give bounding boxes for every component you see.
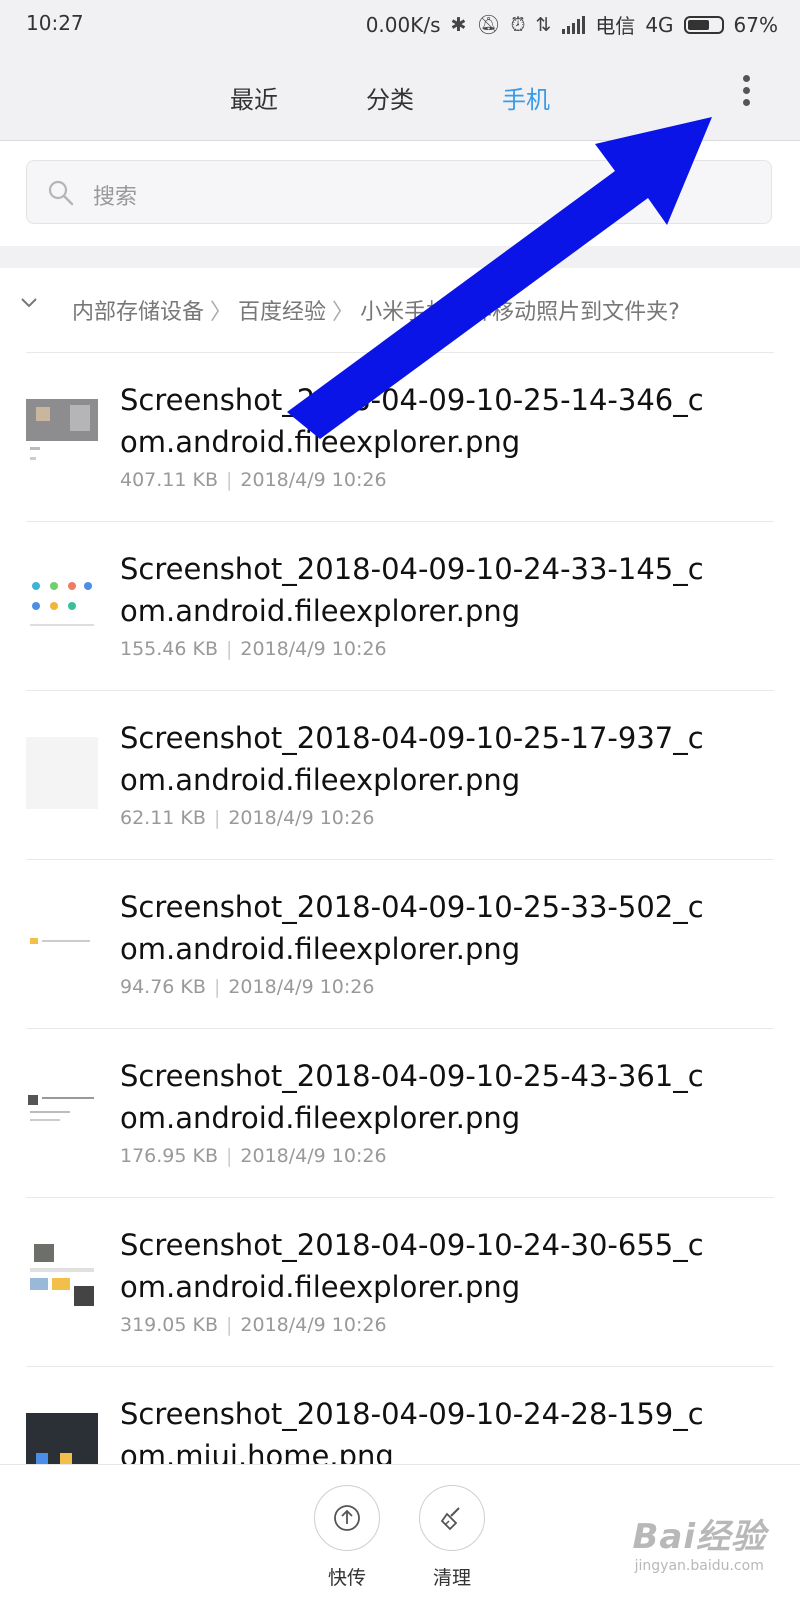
file-thumbnail (26, 1244, 98, 1316)
clean-button[interactable]: 清理 (418, 1485, 486, 1590)
file-meta: 155.46 KB | 2018/4/9 10:26 (120, 638, 387, 660)
chevron-down-icon[interactable] (20, 296, 38, 310)
file-size: 176.95 KB (120, 1145, 219, 1167)
file-size: 319.05 KB (120, 1314, 219, 1336)
file-date: 2018/4/9 10:26 (240, 469, 387, 491)
watermark-url: jingyan.baidu.com (634, 1558, 764, 1574)
more-options-icon[interactable] (740, 72, 752, 116)
list-item[interactable]: Screenshot_2018-04-09-10-25-43-361_com.a… (26, 1028, 774, 1197)
watermark: Bai经验 jingyan.baidu.com (632, 1509, 766, 1574)
file-name: Screenshot_2018-04-09-10-25-14-346_com.a… (120, 383, 704, 459)
alarm-icon: ⏰︎ (510, 13, 526, 36)
section-divider (0, 246, 800, 268)
quick-transfer-button[interactable]: 快传 (313, 1485, 381, 1590)
breadcrumb-item-storage[interactable]: 内部存储设备 (72, 300, 204, 325)
file-thumbnail (26, 737, 98, 809)
chevron-right-icon: 〉 (332, 300, 355, 325)
breadcrumb: 内部存储设备〉百度经验〉小米手机怎样移动照片到文件夹? (0, 268, 800, 352)
file-date: 2018/4/9 10:26 (228, 976, 375, 998)
signal-icon (562, 15, 586, 34)
file-meta: 319.05 KB | 2018/4/9 10:26 (120, 1314, 387, 1336)
tab-phone[interactable]: 手机 (502, 80, 550, 115)
tab-recent[interactable]: 最近 (230, 80, 278, 115)
mute-bell-icon: 🔕︎ (476, 14, 501, 36)
file-thumbnail (26, 399, 98, 471)
file-meta: 407.11 KB | 2018/4/9 10:26 (120, 469, 387, 491)
chevron-right-icon: 〉 (210, 300, 233, 325)
search-input[interactable]: 搜索 (26, 160, 772, 224)
file-name: Screenshot_2018-04-09-10-25-17-937_com.a… (120, 721, 704, 797)
clean-label: 清理 (432, 1567, 471, 1589)
file-date: 2018/4/9 10:26 (228, 807, 375, 829)
data-transfer-icon: ⇅ (535, 13, 552, 36)
breadcrumb-item-baidu[interactable]: 百度经验 (238, 300, 326, 325)
network-type: 4G (645, 12, 674, 37)
search-placeholder: 搜索 (93, 185, 138, 210)
upload-icon (334, 1505, 360, 1531)
file-name: Screenshot_2018-04-09-10-25-43-361_com.a… (120, 1059, 704, 1135)
file-meta: 62.11 KB | 2018/4/9 10:26 (120, 807, 375, 829)
network-speed: 0.00K/s (365, 12, 441, 37)
bluetooth-icon: ✱ (450, 13, 467, 36)
file-date: 2018/4/9 10:26 (240, 1314, 387, 1336)
battery-fill (687, 19, 709, 30)
list-item[interactable]: Screenshot_2018-04-09-10-25-14-346_com.a… (26, 352, 774, 521)
file-date: 2018/4/9 10:26 (240, 1145, 387, 1167)
quick-transfer-label: 快传 (327, 1567, 366, 1589)
breadcrumb-item-current[interactable]: 小米手机怎样移动照片到文件夹? (360, 300, 680, 325)
battery-icon (683, 15, 724, 34)
status-time: 10:27 (26, 11, 84, 35)
carrier-label: 电信 (595, 14, 636, 38)
tab-category[interactable]: 分类 (366, 80, 414, 115)
file-name: Screenshot_2018-04-09-10-24-33-145_com.a… (120, 552, 704, 628)
file-meta: 176.95 KB | 2018/4/9 10:26 (120, 1145, 387, 1167)
file-size: 62.11 KB (120, 807, 206, 829)
list-item[interactable]: Screenshot_2018-04-09-10-24-30-655_com.a… (26, 1197, 774, 1366)
broom-icon (440, 1507, 460, 1531)
search-icon (48, 180, 74, 206)
watermark-logo: Bai经验 (632, 1517, 766, 1557)
file-name: Screenshot_2018-04-09-10-25-33-502_com.a… (120, 890, 704, 966)
file-thumbnail (26, 1075, 98, 1147)
file-size: 94.76 KB (120, 976, 206, 998)
file-date: 2018/4/9 10:26 (240, 638, 387, 660)
file-size: 155.46 KB (120, 638, 219, 660)
status-icons: 0.00K/s ✱ 🔕︎ ⏰︎ ⇅ 电信 4G 67% (366, 10, 778, 39)
status-bar: 10:27 0.00K/s ✱ 🔕︎ ⏰︎ ⇅ 电信 4G 67% (0, 0, 800, 48)
list-item[interactable]: Screenshot_2018-04-09-10-24-33-145_com.a… (26, 521, 774, 690)
list-item[interactable]: Screenshot_2018-04-09-10-25-17-937_com.a… (26, 690, 774, 859)
file-list: Screenshot_2018-04-09-10-25-14-346_com.a… (0, 352, 800, 1535)
file-thumbnail (26, 568, 98, 640)
battery-percent: 67% (733, 12, 778, 37)
list-item[interactable]: Screenshot_2018-04-09-10-25-33-502_com.a… (26, 859, 774, 1028)
file-meta: 94.76 KB | 2018/4/9 10:26 (120, 976, 375, 998)
file-size: 407.11 KB (120, 469, 219, 491)
file-name: Screenshot_2018-04-09-10-24-30-655_com.a… (120, 1228, 704, 1304)
file-thumbnail (26, 906, 98, 978)
top-tab-bar: 最近 分类 手机 (0, 48, 800, 141)
